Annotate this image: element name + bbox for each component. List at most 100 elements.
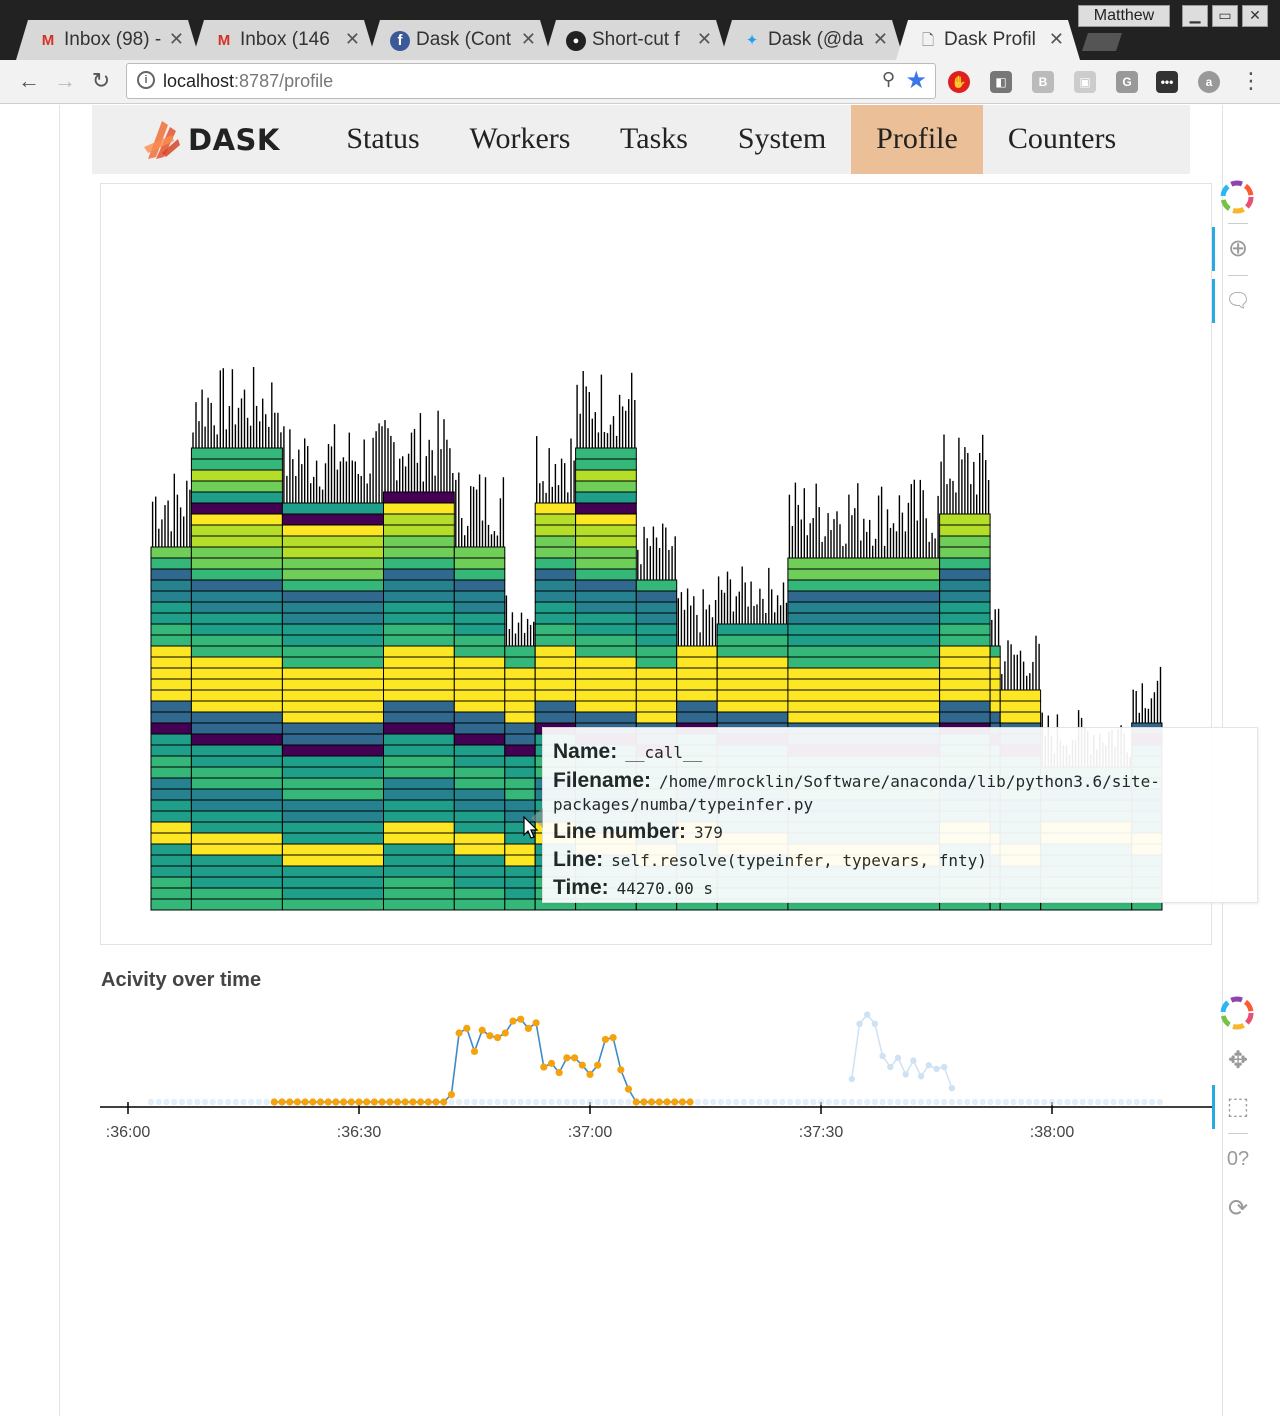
activity-point-unselected[interactable] bbox=[964, 1098, 971, 1106]
flame-frame[interactable] bbox=[383, 513, 455, 526]
activity-point-unselected[interactable] bbox=[217, 1098, 224, 1106]
flame-frame[interactable] bbox=[534, 546, 577, 559]
activity-point[interactable] bbox=[409, 1098, 417, 1106]
activity-point-unselected[interactable] bbox=[1118, 1098, 1125, 1106]
activity-point[interactable] bbox=[671, 1098, 679, 1106]
activity-point[interactable] bbox=[478, 1026, 486, 1034]
flame-frame[interactable] bbox=[787, 557, 941, 570]
flame-frame[interactable] bbox=[150, 579, 192, 592]
flame-frame[interactable] bbox=[190, 898, 283, 911]
activity-point-unselected[interactable] bbox=[224, 1098, 232, 1106]
box-select-tool-icon[interactable]: ⬚ bbox=[1212, 1085, 1262, 1129]
flame-frame[interactable] bbox=[190, 843, 283, 856]
flame-frame[interactable] bbox=[383, 876, 455, 889]
flame-frame[interactable] bbox=[383, 733, 455, 746]
flame-frame[interactable] bbox=[281, 590, 384, 603]
minimize-button[interactable]: ▁ bbox=[1182, 5, 1208, 27]
flame-frame[interactable] bbox=[534, 557, 577, 570]
activity-point[interactable] bbox=[401, 1098, 409, 1106]
flame-frame[interactable] bbox=[383, 557, 455, 570]
activity-point-unselected[interactable] bbox=[617, 1098, 624, 1106]
flame-frame[interactable] bbox=[453, 700, 506, 713]
extension-icon[interactable]: B bbox=[1032, 71, 1054, 93]
flame-frame[interactable] bbox=[190, 733, 283, 746]
flame-frame[interactable] bbox=[383, 502, 455, 515]
flame-frame[interactable] bbox=[534, 568, 577, 581]
flame-frame[interactable] bbox=[453, 865, 506, 878]
flame-frame[interactable] bbox=[150, 832, 192, 845]
flame-frame[interactable] bbox=[575, 502, 637, 515]
activity-point-unselected[interactable] bbox=[502, 1098, 509, 1106]
flame-frame[interactable] bbox=[281, 535, 384, 548]
flame-frame[interactable] bbox=[190, 689, 283, 702]
activity-point-unselected[interactable] bbox=[471, 1098, 478, 1106]
flame-frame[interactable] bbox=[504, 887, 536, 900]
activity-point-unselected[interactable] bbox=[902, 1098, 909, 1106]
flame-frame[interactable] bbox=[534, 524, 577, 537]
flame-frame[interactable] bbox=[504, 766, 536, 779]
activity-point-unselected[interactable] bbox=[894, 1054, 902, 1062]
activity-point-unselected[interactable] bbox=[1056, 1098, 1063, 1106]
flame-frame[interactable] bbox=[676, 700, 718, 713]
flame-frame[interactable] bbox=[787, 656, 941, 669]
flame-frame[interactable] bbox=[281, 656, 384, 669]
flame-frame[interactable] bbox=[281, 678, 384, 691]
flame-frame[interactable] bbox=[453, 788, 506, 801]
flame-frame[interactable] bbox=[150, 612, 192, 625]
flame-frame[interactable] bbox=[150, 601, 192, 614]
activity-point-unselected[interactable] bbox=[186, 1098, 193, 1106]
flame-frame[interactable] bbox=[504, 744, 536, 757]
flame-frame[interactable] bbox=[453, 722, 506, 735]
flame-frame[interactable] bbox=[383, 491, 455, 504]
activity-point-unselected[interactable] bbox=[625, 1098, 632, 1106]
back-button[interactable]: ← bbox=[14, 66, 44, 96]
flame-frame[interactable] bbox=[281, 546, 384, 559]
activity-point[interactable] bbox=[501, 1029, 509, 1037]
activity-point[interactable] bbox=[563, 1054, 571, 1062]
activity-point-unselected[interactable] bbox=[147, 1098, 155, 1106]
address-bar[interactable]: i localhost:8787/profile ⚲ ★ bbox=[126, 63, 936, 99]
flame-frame[interactable] bbox=[190, 601, 283, 614]
flame-frame[interactable] bbox=[281, 623, 384, 636]
flame-frame[interactable] bbox=[281, 579, 384, 592]
flame-frame[interactable] bbox=[190, 722, 283, 735]
flame-frame[interactable] bbox=[453, 821, 506, 834]
activity-point-unselected[interactable] bbox=[848, 1075, 855, 1083]
flame-frame[interactable] bbox=[575, 469, 637, 482]
flame-frame[interactable] bbox=[190, 546, 283, 559]
dask-logo[interactable]: DASK bbox=[142, 113, 282, 165]
activity-point-unselected[interactable] bbox=[1095, 1098, 1102, 1106]
flame-frame[interactable] bbox=[453, 876, 506, 889]
flame-frame[interactable] bbox=[939, 612, 991, 625]
flame-frame[interactable] bbox=[190, 502, 283, 515]
flame-frame[interactable] bbox=[383, 535, 455, 548]
flame-frame[interactable] bbox=[534, 689, 577, 702]
flame-frame[interactable] bbox=[150, 645, 192, 658]
flame-frame[interactable] bbox=[939, 524, 991, 537]
flame-frame[interactable] bbox=[190, 821, 283, 834]
flame-frame[interactable] bbox=[534, 590, 577, 603]
close-window-button[interactable]: ✕ bbox=[1242, 5, 1268, 27]
flame-frame[interactable] bbox=[150, 546, 192, 559]
flame-frame[interactable] bbox=[939, 568, 991, 581]
flame-frame[interactable] bbox=[190, 876, 283, 889]
activity-point-unselected[interactable] bbox=[810, 1098, 817, 1106]
flame-frame[interactable] bbox=[190, 678, 283, 691]
grammarly-icon[interactable]: G bbox=[1116, 71, 1138, 93]
flame-frame[interactable] bbox=[190, 711, 283, 724]
flame-frame[interactable] bbox=[190, 634, 283, 647]
flame-frame[interactable] bbox=[190, 480, 283, 493]
flame-frame[interactable] bbox=[150, 788, 192, 801]
flame-frame[interactable] bbox=[281, 887, 384, 900]
flame-frame[interactable] bbox=[504, 755, 536, 768]
flame-frame[interactable] bbox=[383, 601, 455, 614]
flame-frame[interactable] bbox=[150, 821, 192, 834]
activity-point-unselected[interactable] bbox=[1141, 1098, 1148, 1106]
flame-frame[interactable] bbox=[453, 689, 506, 702]
flame-frame[interactable] bbox=[281, 777, 384, 790]
activity-point[interactable] bbox=[432, 1098, 440, 1106]
flame-frame[interactable] bbox=[453, 755, 506, 768]
activity-point-unselected[interactable] bbox=[756, 1098, 763, 1106]
flame-frame[interactable] bbox=[635, 612, 678, 625]
hover-tool-icon[interactable]: 🗨 bbox=[1212, 279, 1262, 323]
